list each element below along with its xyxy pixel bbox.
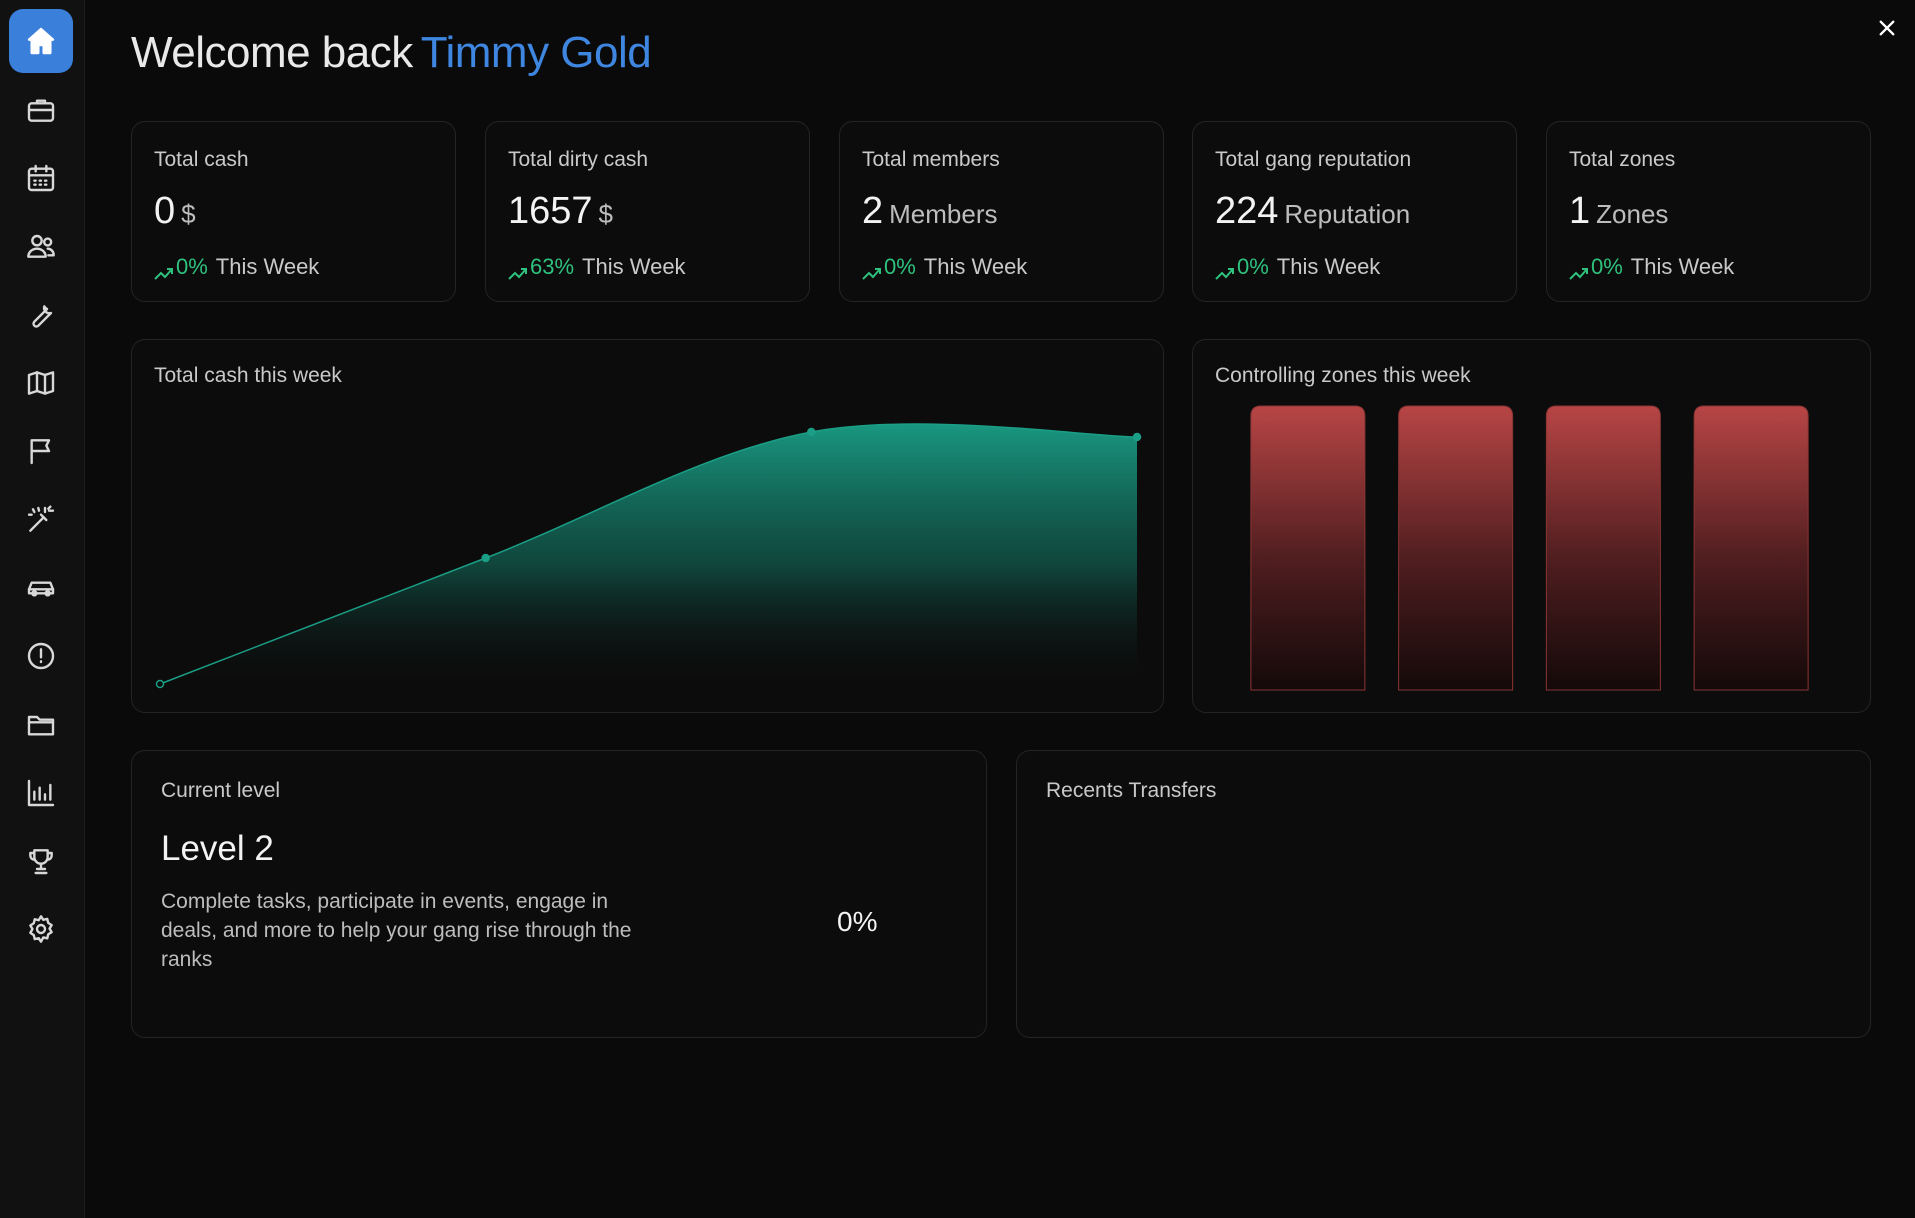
folder-icon (27, 715, 55, 736)
stat-change-percent: 0% (1237, 254, 1269, 279)
cash-data-point[interactable] (1132, 432, 1142, 442)
stat-title: Total dirty cash (508, 148, 649, 171)
nav-calendar[interactable] (9, 146, 73, 210)
stat-number: 1657 (508, 190, 593, 232)
zone-bar[interactable] (1545, 405, 1661, 691)
stat-unit: Members (889, 199, 998, 229)
stat-title: Total members (862, 148, 1000, 171)
nav-map[interactable] (9, 351, 73, 415)
stat-title: Total cash (154, 148, 249, 171)
stat-number: 224 (1215, 190, 1279, 232)
stat-value: 1 Zones (1569, 190, 1668, 233)
stat-change-percent: 0% (1591, 254, 1623, 279)
stat-number: 2 (862, 190, 884, 232)
level-panel: Current level Level 2 Complete tasks, pa… (131, 750, 987, 1038)
cash-data-point[interactable] (807, 427, 816, 437)
settings-icon (29, 915, 53, 943)
cash-data-point[interactable] (481, 553, 490, 563)
stat-change: 63% This Week (508, 254, 686, 280)
nav-members[interactable] (9, 214, 73, 278)
stat-number: 0 (154, 190, 176, 232)
stat-period: This Week (1276, 254, 1381, 279)
stat-period: This Week (1630, 254, 1735, 279)
cash-data-point[interactable] (155, 679, 165, 689)
map-icon (27, 371, 55, 395)
stat-card-total-cash: Total cash 0 $ 0% This Week (131, 121, 456, 302)
trend-up-icon (154, 261, 174, 280)
stat-change: 0% This Week (1215, 254, 1380, 280)
greeting-text: Welcome back (131, 28, 413, 77)
level-description: Complete tasks, participate in events, e… (161, 890, 632, 971)
zone-bar[interactable] (1398, 405, 1514, 691)
stat-change: 0% This Week (154, 254, 319, 280)
wrench-icon (32, 305, 53, 328)
stat-value: 0 $ (154, 190, 196, 233)
stat-unit: Zones (1596, 199, 1669, 229)
trend-up-icon (862, 261, 882, 280)
trend-up-icon (1215, 261, 1235, 280)
nav-stats[interactable] (9, 761, 73, 825)
stat-value: 2 Members (862, 190, 998, 233)
home-icon (27, 27, 55, 55)
trend-up-icon (1569, 261, 1589, 280)
stat-change: 0% This Week (1569, 254, 1734, 280)
stat-change-percent: 0% (176, 254, 208, 279)
level-name: Level 2 (161, 829, 274, 868)
zone-bar[interactable] (1250, 405, 1366, 691)
stat-change-percent: 0% (884, 254, 916, 279)
flag-icon (30, 439, 51, 465)
level-progress-percent: 0% (837, 906, 878, 937)
briefcase-icon (27, 99, 55, 122)
stat-period: This Week (215, 254, 320, 279)
stat-card-dirty-cash: Total dirty cash 1657 $ 63% This Week (485, 121, 810, 302)
zones-chart-panel: Controlling zones this week (1192, 339, 1871, 713)
stat-value: 224 Reputation (1215, 190, 1410, 233)
trophy-icon (29, 849, 53, 875)
nav-magic[interactable] (9, 488, 73, 552)
stat-title: Total zones (1569, 148, 1676, 171)
cash-area-chart (155, 423, 1142, 689)
stat-card-members: Total members 2 Members 0% This Week (839, 121, 1164, 302)
stat-title: Total gang reputation (1215, 148, 1412, 171)
user-name: Timmy Gold (420, 28, 652, 77)
stat-card-zones: Total zones 1 Zones 0% This Week (1546, 121, 1871, 302)
zone-bar[interactable] (1693, 405, 1809, 691)
stat-period: This Week (582, 254, 686, 279)
nav-files[interactable] (9, 693, 73, 757)
alert-circle-icon (27, 642, 55, 670)
stat-unit: Reputation (1284, 199, 1411, 229)
cash-area-fill (160, 424, 1137, 684)
stat-change-percent: 63% (530, 254, 575, 279)
stat-unit: $ (598, 199, 614, 229)
close-icon (1879, 20, 1895, 36)
nav-tools[interactable] (9, 283, 73, 347)
close-button[interactable] (1871, 12, 1903, 44)
stat-period: This Week (923, 254, 1028, 279)
stat-number: 1 (1569, 190, 1591, 232)
nav-alerts[interactable] (9, 624, 73, 688)
cash-chart-panel: Total cash this week (131, 339, 1164, 713)
nav-trophy[interactable] (9, 829, 73, 893)
zones-bar-chart (1250, 405, 1809, 691)
stat-change: 0% This Week (862, 254, 1027, 280)
stat-unit: $ (181, 199, 196, 229)
stat-value: 1657 $ (508, 190, 613, 233)
nav-home[interactable] (9, 9, 73, 73)
bar-chart-icon (27, 779, 55, 807)
level-label: Current level (161, 779, 281, 802)
page-title: Welcome back Timmy Gold (131, 28, 652, 78)
nav-vehicles[interactable] (9, 556, 73, 620)
nav-settings[interactable] (9, 897, 73, 961)
calendar-icon (27, 164, 55, 192)
stat-card-reputation: Total gang reputation 224 Reputation 0% Th… (1192, 121, 1517, 302)
trend-up-icon (508, 261, 528, 280)
magic-wand-icon (27, 505, 55, 532)
transfers-panel: Recents Transfers (1016, 750, 1871, 1038)
nav-flag[interactable] (9, 419, 73, 483)
car-icon (27, 581, 55, 597)
sidebar (0, 0, 85, 1218)
users-icon (27, 234, 55, 258)
nav-briefcase[interactable] (9, 78, 73, 142)
transfers-title: Recents Transfers (1046, 779, 1217, 802)
